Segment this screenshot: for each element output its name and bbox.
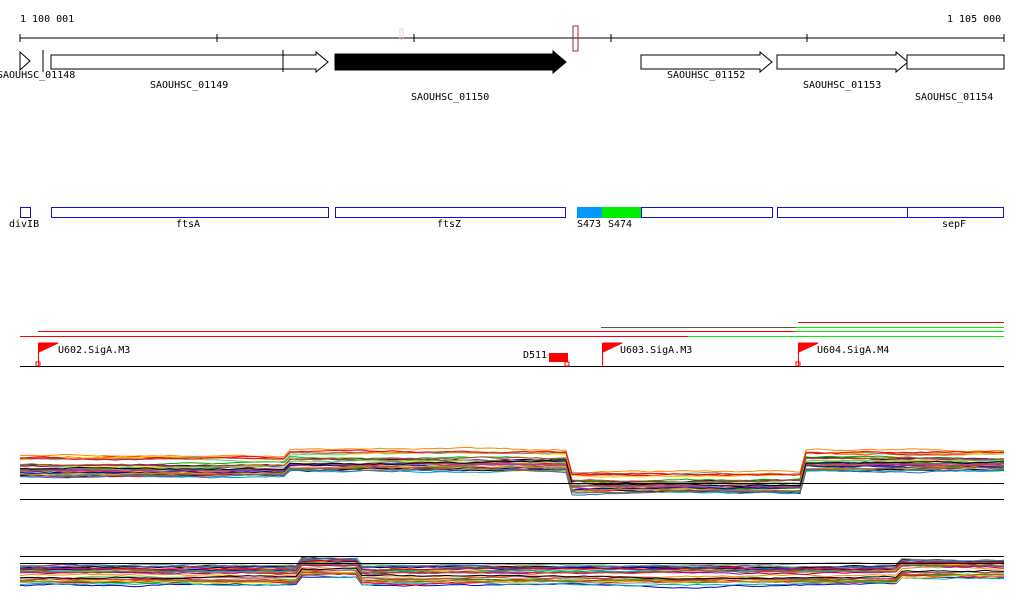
- gene-box-01154: [906, 54, 1005, 70]
- gene-arrow-01150: [334, 49, 567, 75]
- gene-label[interactable]: SAOUHSC_01149: [150, 80, 228, 91]
- gene-arrow-01152: [640, 50, 773, 74]
- segment-S473[interactable]: [577, 207, 602, 218]
- gene-label[interactable]: SAOUHSC_01154: [915, 92, 993, 103]
- gene-arrow-01148: [19, 50, 31, 72]
- gene-arrow-01153: [776, 50, 909, 74]
- annotation-box[interactable]: [641, 207, 773, 218]
- annotation-sepF[interactable]: [907, 207, 1004, 218]
- expression-track-1: [19, 446, 1005, 500]
- ruler-axis: [19, 34, 1005, 42]
- promoter-label[interactable]: U604.SigA.M4: [817, 345, 889, 356]
- annotation-label: divIB: [9, 219, 40, 230]
- d511-block: [549, 353, 568, 362]
- annotation-divIB[interactable]: [20, 207, 31, 218]
- feature-label[interactable]: D511: [523, 350, 547, 361]
- annotation-label: ftsA: [176, 219, 201, 230]
- gene-arrow-01149: [50, 50, 329, 74]
- segment-S474[interactable]: [602, 207, 641, 218]
- promoter-label[interactable]: U603.SigA.M3: [620, 345, 692, 356]
- annotation-ftsZ[interactable]: [335, 207, 566, 218]
- promoter-flags: [35, 342, 819, 367]
- annotation-label: sepF: [942, 219, 967, 230]
- gene-label[interactable]: SAOUHSC_01150: [411, 92, 489, 103]
- annotation-label: S473: [577, 219, 602, 230]
- annotation-label: S474: [608, 219, 633, 230]
- gene-label[interactable]: SAOUHSC_01152: [667, 70, 745, 81]
- genome-tracks: [19, 25, 1005, 589]
- annotation-box[interactable]: [777, 207, 908, 218]
- gene-label[interactable]: SAOUHSC_01148: [0, 70, 75, 81]
- annotation-ftsA[interactable]: [51, 207, 329, 218]
- gene-label[interactable]: SAOUHSC_01153: [803, 80, 881, 91]
- promoter-label[interactable]: U602.SigA.M3: [58, 345, 130, 356]
- expression-track-2: [19, 555, 1005, 589]
- annotation-label: ftsZ: [437, 219, 462, 230]
- gene-arrows: [19, 49, 1005, 75]
